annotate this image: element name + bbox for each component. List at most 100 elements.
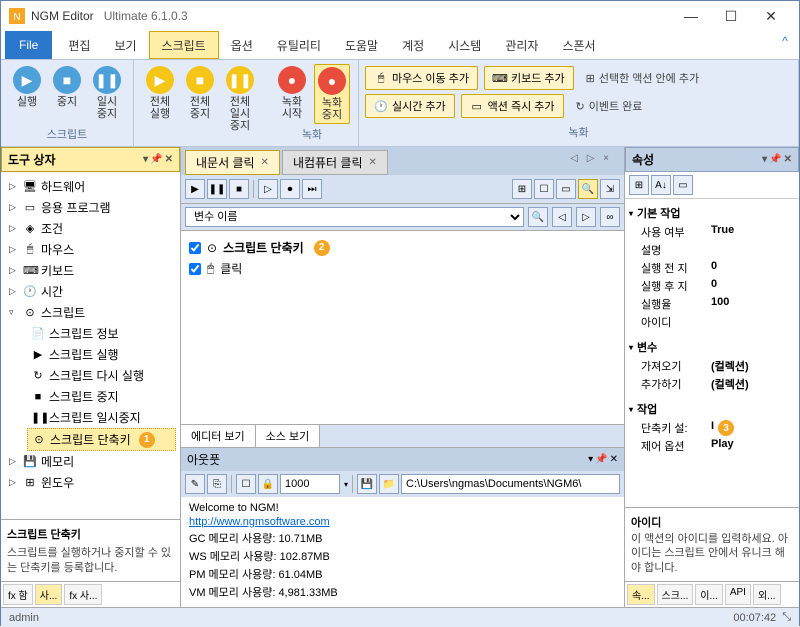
property-row[interactable]: 아이디 [629, 313, 795, 331]
play-button[interactable]: ▶ [185, 179, 205, 199]
close-icon[interactable]: ✕ [784, 154, 792, 165]
panel-dropdown-icon[interactable]: ▾ [762, 154, 767, 165]
prev-button[interactable]: ◁ [552, 207, 572, 227]
step-over-button[interactable]: ⏭ [302, 179, 322, 199]
tree-item[interactable]: ▿⊙스크립트 [5, 302, 176, 323]
count-input[interactable] [280, 474, 340, 494]
property-row[interactable]: 단축키 설:I3 [629, 419, 795, 437]
stop-button[interactable]: ■ [229, 179, 249, 199]
doc-tab-1[interactable]: 내컴퓨터 클릭✕ [282, 150, 388, 175]
properties-bottom-tab[interactable]: 속... [627, 584, 655, 605]
save-button[interactable]: 💾 [357, 474, 377, 494]
property-row[interactable]: 설명 [629, 241, 795, 259]
menu-item[interactable]: 보기 [102, 31, 148, 59]
menu-item[interactable]: 편집 [56, 31, 102, 59]
menu-item[interactable]: 계정 [390, 31, 436, 59]
property-row[interactable]: 실행 후 지0 [629, 277, 795, 295]
tree-child-item[interactable]: ▶스크립트 실행 [27, 344, 176, 365]
close-button[interactable]: ✕ [751, 2, 791, 30]
action-row[interactable]: 🖱 클릭 [187, 258, 618, 279]
tool-button-3[interactable]: ▭ [556, 179, 576, 199]
tree-item[interactable]: ▷🕐시간 [5, 281, 176, 302]
doc-tab-0[interactable]: 내문서 클릭✕ [185, 150, 280, 175]
properties-bottom-tab[interactable]: 이... [695, 584, 723, 605]
chevron-icon[interactable]: ▷ [9, 456, 19, 467]
bottom-tab[interactable]: fx 사... [64, 584, 102, 605]
add-action-now-button[interactable]: ▭액션 즉시 추가 [461, 94, 564, 118]
expand-button[interactable]: ⇲ [600, 179, 620, 199]
add-keyboard-button[interactable]: ⌨키보드 추가 [484, 66, 574, 90]
variable-dropdown[interactable]: 변수 이름 [185, 207, 524, 227]
maximize-button[interactable]: ☐ [711, 2, 751, 30]
ribbon-button[interactable]: ▶전체 실행 [142, 64, 178, 134]
ribbon-button[interactable]: ■전체 중지 [182, 64, 218, 134]
close-icon[interactable]: ✕ [165, 154, 173, 165]
close-tab-icon[interactable]: ✕ [261, 157, 269, 168]
menu-item[interactable]: 스폰서 [550, 31, 607, 59]
minimize-button[interactable]: — [671, 2, 711, 30]
pin-icon[interactable]: 📌 [769, 154, 781, 165]
panel-dropdown-icon[interactable]: ▾ [588, 454, 593, 465]
path-input[interactable] [401, 474, 620, 494]
output-link[interactable]: http://www.ngmsoftware.com [189, 516, 330, 528]
property-row[interactable]: 제어 옵션Play [629, 437, 795, 455]
property-row[interactable]: 가져오기(컬렉션) [629, 357, 795, 375]
ribbon-button[interactable]: ■중지 [49, 64, 85, 122]
tree-item[interactable]: ▷🖥하드웨어 [5, 176, 176, 197]
tree-item[interactable]: ▷⌨키보드 [5, 260, 176, 281]
help-icon[interactable]: ^ [775, 31, 795, 51]
pin-icon[interactable]: 📌 [150, 154, 162, 165]
ribbon-button[interactable]: ▶실행 [9, 64, 45, 122]
page-button[interactable]: ▭ [673, 175, 693, 195]
resize-grip-icon[interactable]: ⤡ [782, 611, 791, 624]
source-view-tab[interactable]: 소스 보기 [256, 425, 321, 447]
record-start-button[interactable]: ● 녹화 시작 [274, 64, 310, 124]
chevron-icon[interactable]: ▷ [9, 286, 19, 297]
chevron-icon[interactable]: ▷ [9, 477, 19, 488]
property-row[interactable]: 실행율100 [629, 295, 795, 313]
menu-item[interactable]: 시스템 [436, 31, 493, 59]
property-row[interactable]: 사용 여부True [629, 223, 795, 241]
add-mouse-move-button[interactable]: 🖱마우스 이동 추가 [365, 66, 478, 90]
lock-button[interactable]: 🔒 [258, 474, 278, 494]
property-group-header[interactable]: 작업 [629, 399, 795, 419]
tree-item[interactable]: ▷💾메모리 [5, 451, 176, 472]
next-button[interactable]: ▷ [576, 207, 596, 227]
tool-button-2[interactable]: ☐ [534, 179, 554, 199]
tree-item[interactable]: ▷◈조건 [5, 218, 176, 239]
infinity-button[interactable]: ∞ [600, 207, 620, 227]
menu-item[interactable]: 도움말 [333, 31, 390, 59]
properties-bottom-tab[interactable]: API [725, 584, 751, 605]
ribbon-button[interactable]: ❚❚일시 중지 [89, 64, 125, 122]
clear-button[interactable]: ☐ [236, 474, 256, 494]
categorize-button[interactable]: ⊞ [629, 175, 649, 195]
folder-button[interactable]: 📁 [379, 474, 399, 494]
step-button[interactable]: ▷ [258, 179, 278, 199]
chevron-icon[interactable]: ▷ [9, 202, 19, 213]
copy-button[interactable]: ⎘ [207, 474, 227, 494]
action-checkbox[interactable] [189, 242, 201, 254]
chevron-icon[interactable]: ▷ [9, 181, 19, 192]
menu-item[interactable]: 옵션 [219, 31, 265, 59]
tree-child-item[interactable]: 📄스크립트 정보 [27, 323, 176, 344]
tree-child-item[interactable]: ■스크립트 중지 [27, 386, 176, 407]
chevron-icon[interactable]: ▷ [9, 223, 19, 234]
pin-icon[interactable]: 📌 [595, 454, 607, 465]
menu-item[interactable]: 스크립트 [149, 31, 219, 59]
tool-button-1[interactable]: ⊞ [512, 179, 532, 199]
chevron-icon[interactable]: ▷ [9, 244, 19, 255]
record-button[interactable]: ⏺ [280, 179, 300, 199]
property-row[interactable]: 추가하기(컬렉션) [629, 375, 795, 393]
action-row[interactable]: ⊙ 스크립트 단축키 2 [187, 237, 618, 258]
chevron-icon[interactable]: ▿ [9, 307, 19, 318]
editor-view-tab[interactable]: 에디터 보기 [181, 425, 256, 447]
action-checkbox[interactable] [189, 263, 201, 275]
pause-button[interactable]: ❚❚ [207, 179, 227, 199]
event-complete-button[interactable]: ↻이벤트 완료 [570, 94, 649, 118]
tree-child-item[interactable]: ⊙스크립트 단축키1 [27, 428, 176, 451]
chevron-icon[interactable]: ▷ [9, 265, 19, 276]
panel-dropdown-icon[interactable]: ▾ [143, 154, 148, 165]
sort-button[interactable]: A↓ [651, 175, 671, 195]
tab-nav[interactable]: ◁ ▷ × [562, 150, 620, 175]
dropdown-arrow-icon[interactable]: ▾ [344, 480, 348, 489]
